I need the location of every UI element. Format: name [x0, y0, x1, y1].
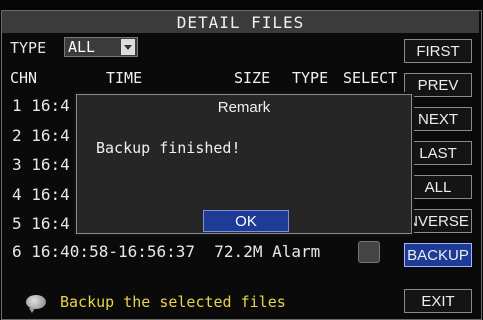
row-text: 4 16:4 — [12, 185, 70, 204]
select-all-button[interactable]: ALL — [404, 175, 472, 199]
row-text: 3 16:4 — [12, 155, 70, 174]
chevron-down-icon — [121, 39, 135, 55]
type-filter-label: TYPE — [10, 39, 47, 57]
table-row[interactable]: 6 16:40:58-16:56:37 72.2M Alarm — [12, 241, 380, 266]
chat-bubble-icon — [26, 295, 46, 313]
column-header-time: TIME — [106, 69, 143, 87]
next-button[interactable]: NEXT — [404, 107, 472, 131]
exit-button[interactable]: EXIT — [404, 289, 472, 313]
table-row[interactable]: 5 16:4 — [12, 213, 380, 238]
dialog-message: Backup finished! — [96, 139, 241, 157]
row-text: 6 16:40:58-16:56:37 72.2M Alarm — [12, 242, 321, 261]
type-filter-select[interactable]: ALL — [64, 37, 138, 57]
column-header-type: TYPE — [292, 69, 329, 87]
window-title: DETAIL FILES — [2, 11, 479, 33]
remark-dialog: Remark Backup finished! OK — [76, 94, 412, 234]
dialog-title: Remark — [217, 98, 271, 116]
column-header-chn: CHN — [10, 69, 38, 87]
row-text: 1 16:4 — [12, 96, 70, 115]
select-checkbox[interactable] — [358, 241, 380, 263]
dvr-screen: DETAIL FILES TYPE ALL CHN TIME SIZE TYPE… — [0, 0, 483, 320]
backup-button[interactable]: BACKUP — [404, 243, 472, 267]
status-hint: Backup the selected files — [60, 293, 286, 311]
type-filter-value: ALL — [68, 38, 96, 56]
table-row[interactable]: 1 16:4 — [12, 95, 380, 120]
row-text: 5 16:4 — [12, 214, 70, 233]
prev-button[interactable]: PREV — [404, 73, 472, 97]
first-button[interactable]: FIRST — [404, 39, 472, 63]
inverse-button[interactable]: NVERSE — [404, 209, 472, 233]
ok-button[interactable]: OK — [203, 210, 289, 232]
table-row[interactable]: 3 16:4 — [12, 154, 380, 179]
last-button[interactable]: LAST — [404, 141, 472, 165]
table-row[interactable]: 2 16:4 — [12, 125, 380, 150]
column-header-size: SIZE — [234, 69, 271, 87]
status-bar: Backup the selected files — [26, 293, 286, 313]
column-header-select: SELECT — [343, 69, 398, 87]
table-row[interactable]: 4 16:4 — [12, 184, 380, 209]
row-text: 2 16:4 — [12, 126, 70, 145]
